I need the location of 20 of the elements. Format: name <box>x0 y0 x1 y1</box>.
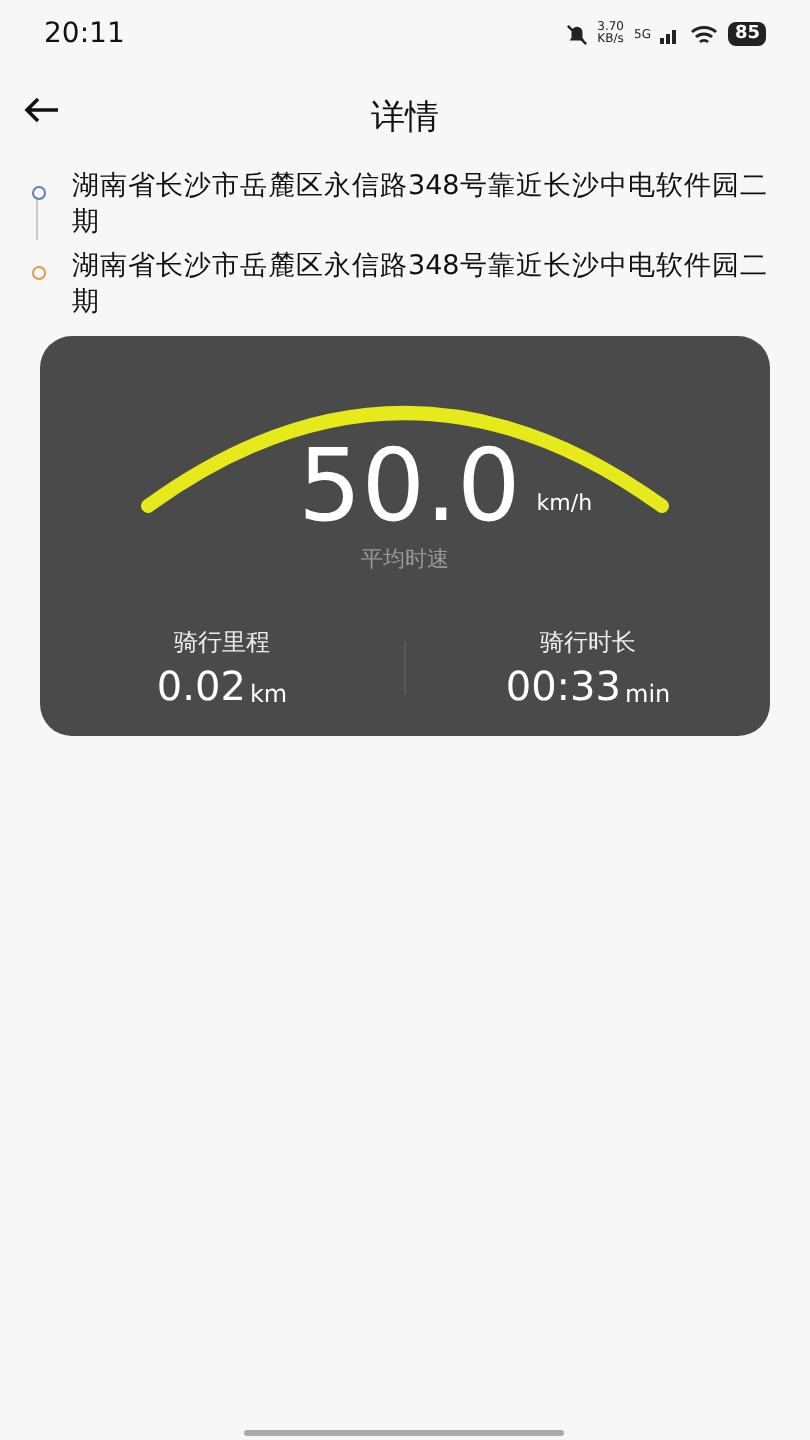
signal-icon <box>660 25 681 43</box>
page-title: 详情 <box>371 95 439 139</box>
wifi-icon <box>690 23 719 45</box>
stat-value: 0.02 <box>156 664 246 708</box>
stat-label: 骑行时长 <box>540 626 636 660</box>
route-line <box>36 200 38 240</box>
stat-unit: km <box>249 680 288 708</box>
back-arrow-icon <box>24 96 60 124</box>
address-text: 湖南省长沙市岳麓区永信路348号靠近长沙中电软件园二期 <box>72 248 770 320</box>
speed-unit: km/h <box>536 490 593 516</box>
stat-label: 骑行里程 <box>174 626 270 660</box>
address-text: 湖南省长沙市岳麓区永信路348号靠近长沙中电软件园二期 <box>72 168 770 240</box>
battery-level: 85 <box>728 22 766 46</box>
stat-value: 00:33 <box>505 664 621 708</box>
average-speed: 50.0 <box>297 436 521 536</box>
stat-unit: min <box>625 680 671 708</box>
bell-off-icon <box>565 23 588 45</box>
status-time: 20:11 <box>44 18 125 50</box>
speed-label: 平均时速 <box>361 544 449 574</box>
back-button[interactable] <box>20 92 64 128</box>
